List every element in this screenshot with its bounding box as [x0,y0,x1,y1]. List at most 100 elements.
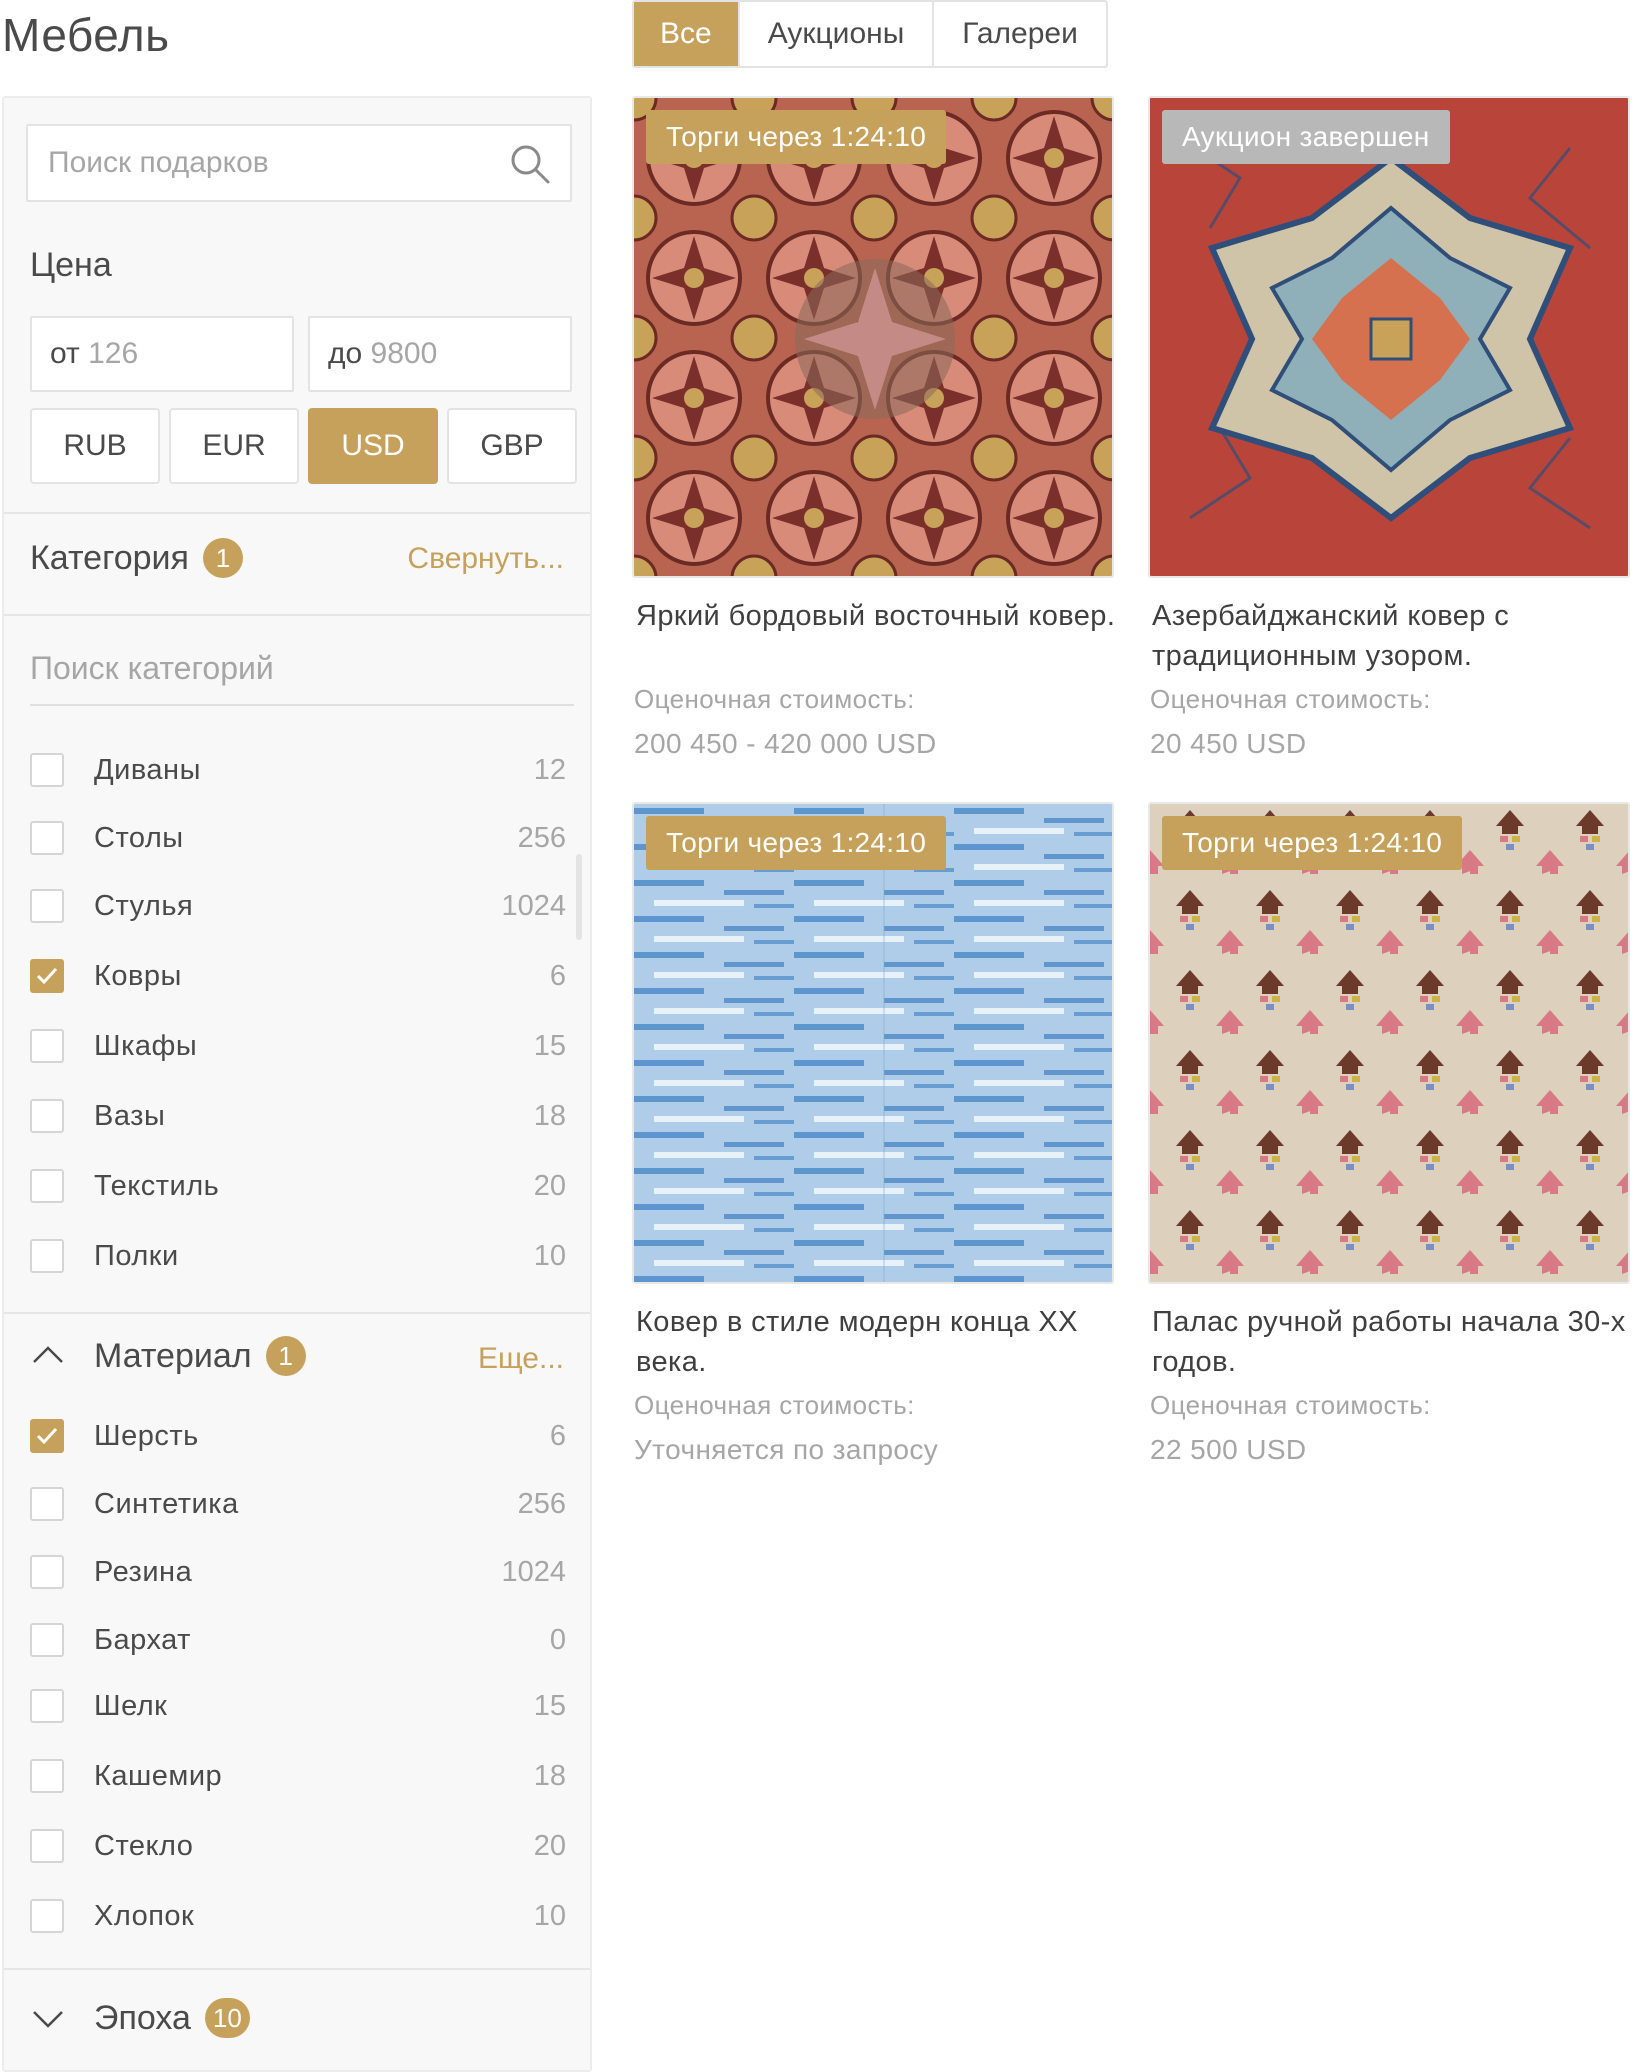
price-from-prefix: от [50,337,80,370]
checkbox[interactable] [30,1029,64,1063]
category-item-count: 6 [549,959,566,992]
product-image-modern-rug[interactable] [632,802,1114,1284]
category-item[interactable]: Текстиль 20 [30,1166,566,1206]
category-item[interactable]: Полки 10 [30,1236,566,1276]
category-item-label: Диваны [94,753,201,786]
material-item[interactable]: Шелк 15 [30,1686,566,1726]
product-image-azerbaijani-rug[interactable] [1148,96,1630,578]
category-item[interactable]: Шкафы 15 [30,1026,566,1066]
currency-gbp-button[interactable]: GBP [447,408,577,484]
category-item[interactable]: Вазы 18 [30,1096,566,1136]
material-label: Материал [94,1336,252,1375]
divider [4,512,590,514]
checkbox[interactable] [30,1829,64,1863]
currency-eur-button[interactable]: EUR [169,408,299,484]
filter-tabs: Все Аукционы Галереи [632,0,1108,68]
product-title[interactable]: Азербайджанский ковер с традиционным узо… [1152,596,1632,676]
filter-sidebar: Цена от 126 до 9800 RUB EUR USD GBP Кате… [2,96,592,2072]
era-label: Эпоха [94,1998,191,2037]
era-count-badge: 10 [204,1998,250,2038]
product-title[interactable]: Палас ручной работы начала 30-х годов. [1152,1302,1632,1382]
material-header[interactable]: Материал 1 [30,1336,306,1376]
category-item-count: 10 [533,1239,566,1272]
category-item-count: 1024 [501,889,566,922]
category-item[interactable]: Стулья 1024 [30,886,566,926]
checkbox[interactable] [30,1899,64,1933]
checkbox-checked[interactable] [30,1419,64,1453]
material-item[interactable]: Шерсть 6 [30,1416,566,1456]
category-item-count: 12 [533,753,566,786]
category-scrollbar[interactable] [576,854,582,940]
checkbox[interactable] [30,889,64,923]
material-item[interactable]: Кашемир 18 [30,1756,566,1796]
material-item-label: Шерсть [94,1419,199,1452]
product-image-burgundy-rug[interactable] [632,96,1114,578]
material-item[interactable]: Синтетика 256 [30,1484,566,1524]
checkbox[interactable] [30,1555,64,1589]
category-item[interactable]: Ковры 6 [30,956,566,996]
divider [4,1968,590,1970]
checkbox[interactable] [30,753,64,787]
material-item-count: 256 [517,1487,566,1520]
product-title[interactable]: Ковер в стиле модерн конца XX века. [636,1302,1116,1382]
material-item-label: Бархат [94,1623,191,1656]
price-from-value: 126 [88,337,139,370]
checkbox[interactable] [30,1689,64,1723]
search-icon[interactable] [508,142,552,186]
category-item-count: 20 [533,1169,566,1202]
price-from-field[interactable]: от 126 [30,316,294,392]
category-collapse-link[interactable]: Свернуть... [407,542,564,576]
material-item[interactable]: Резина 1024 [30,1552,566,1592]
category-item-count: 18 [533,1099,566,1132]
material-item-label: Синтетика [94,1487,239,1520]
checkbox[interactable] [30,1487,64,1521]
estimate-label: Оценочная стоимость: [634,1390,915,1420]
category-item[interactable]: Столы 256 [30,818,566,858]
material-item-label: Шелк [94,1689,168,1722]
estimate-value: 22 500 USD [1150,1434,1307,1465]
material-more-link[interactable]: Еще... [478,1342,564,1376]
checkbox[interactable] [30,1099,64,1133]
material-item-count: 20 [533,1829,566,1862]
checkbox[interactable] [30,1169,64,1203]
category-item[interactable]: Диваны 12 [30,750,566,790]
tab-auctions[interactable]: Аукционы [740,2,935,66]
price-to-value: 9800 [370,337,438,370]
category-item-label: Ковры [94,959,182,992]
tab-all[interactable]: Все [634,2,740,66]
status-badge: Торги через 1:24:10 [646,816,947,870]
category-count-badge: 1 [202,538,243,578]
chevron-up-icon[interactable] [30,1338,66,1374]
checkbox[interactable] [30,1759,64,1793]
material-item[interactable]: Стекло 20 [30,1826,566,1866]
category-item-label: Вазы [94,1099,166,1132]
checkbox[interactable] [30,1239,64,1273]
product-title[interactable]: Яркий бордовый восточный ковер. [636,596,1116,636]
chevron-down-icon[interactable] [30,2000,66,2036]
currency-usd-button[interactable]: USD [308,408,438,484]
gift-search-input[interactable] [48,126,488,200]
era-header[interactable]: Эпоха 10 [30,1998,250,2038]
product-image-handmade-palas[interactable] [1148,802,1630,1284]
category-search-input[interactable]: Поиск категорий [30,638,574,706]
material-item[interactable]: Хлопок 10 [30,1896,566,1936]
estimate-value: 20 450 USD [1150,728,1307,759]
category-header[interactable]: Категория 1 [30,538,243,578]
estimate-label: Оценочная стоимость: [634,684,915,714]
divider [4,614,590,616]
estimate-label: Оценочная стоимость: [1150,1390,1431,1420]
tab-galleries[interactable]: Галереи [934,2,1106,66]
category-label: Категория [30,538,189,577]
checkbox-checked[interactable] [30,959,64,993]
category-item-count: 15 [533,1029,566,1062]
checkbox[interactable] [30,1623,64,1657]
checkbox[interactable] [30,821,64,855]
material-item-label: Кашемир [94,1759,223,1792]
material-item[interactable]: Бархат 0 [30,1620,566,1660]
material-item-count: 1024 [501,1555,566,1588]
material-item-count: 6 [549,1419,566,1452]
price-to-field[interactable]: до 9800 [308,316,572,392]
status-badge: Торги через 1:24:10 [1162,816,1463,870]
category-item-label: Текстиль [94,1169,220,1202]
currency-rub-button[interactable]: RUB [30,408,160,484]
